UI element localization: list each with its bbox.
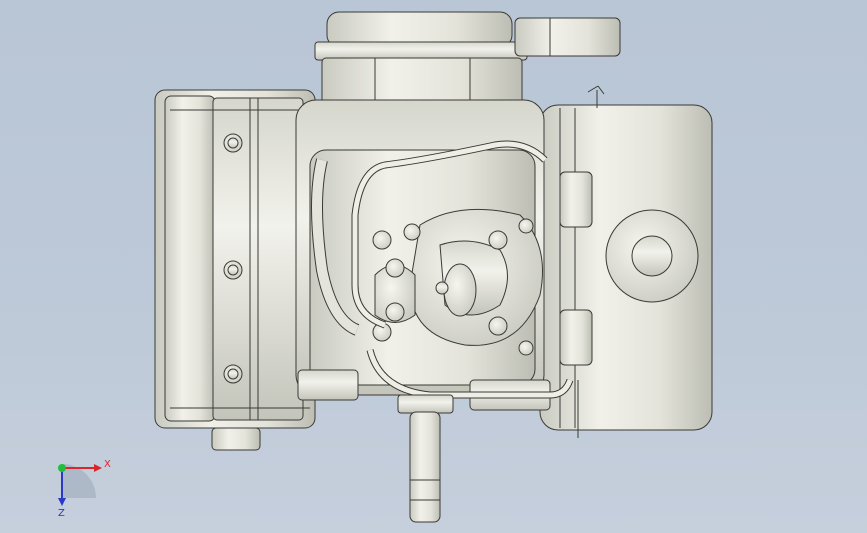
y-axis-dot [58, 464, 66, 472]
axis-triad: X Z [40, 440, 130, 525]
output-shaft[interactable] [397, 394, 454, 523]
z-axis-head [58, 498, 66, 506]
graphics-viewport[interactable]: X Z [0, 0, 867, 533]
left-housing[interactable] [154, 89, 316, 451]
x-axis-head [94, 464, 102, 472]
x-axis-label: X [104, 459, 111, 470]
z-axis-label: Z [58, 508, 65, 519]
left-spigot [211, 427, 261, 451]
engine-model[interactable] [0, 0, 867, 533]
triad-plane-shading [62, 464, 96, 498]
top-bracket [514, 17, 621, 57]
